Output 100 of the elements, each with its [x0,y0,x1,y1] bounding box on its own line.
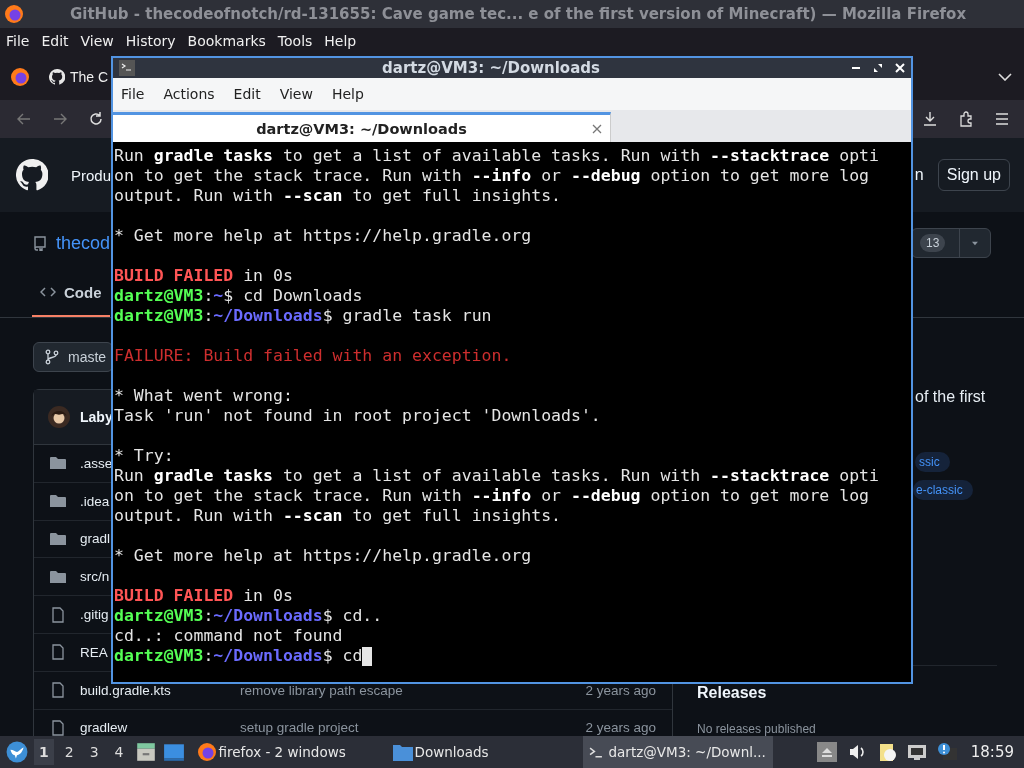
terminal-line: * Get more help at https://help.gradle.org [114,226,532,246]
window-icon[interactable] [162,741,185,763]
eject-icon[interactable] [816,742,837,762]
terminal-line: * What went wrong: [114,386,293,406]
workspace-button[interactable]: 3 [84,739,104,765]
workspace-button[interactable]: 4 [109,739,129,765]
count-badge: 13 [920,234,946,252]
commit-message-link[interactable]: setup gradle project [240,720,359,736]
maximize-icon[interactable] [873,63,883,73]
terminal-line: cd..: command not found [114,626,343,646]
file-icon [50,719,66,736]
browser-tab[interactable]: The C [49,54,109,100]
terminal-line: output. Run with --scan to get full insights. [114,506,562,526]
folder-icon [50,531,66,547]
about-text: of the first [915,388,987,406]
terminal-line: Run gradle tasks to get a list of available tasks. Run with --stacktrace opti [114,466,879,486]
nav-link[interactable]: Produ [71,166,112,184]
star-button[interactable]: 13 [911,228,991,258]
menu-item[interactable]: History [125,33,176,49]
commit-author[interactable]: Laby [80,409,113,425]
terminal-line: dartz@VM3:~/Downloads$ cd [114,646,363,666]
avatar [48,406,70,428]
menu-item[interactable]: Tools [277,33,313,49]
taskbar-button[interactable]: dartz@VM3: ~/Downl... [582,736,773,768]
puzzle-icon[interactable] [958,111,974,127]
terminal-icon [588,746,603,758]
menu-item[interactable]: Help [331,86,364,102]
github-icon [49,69,65,85]
workspace-button[interactable]: 1 [34,739,54,765]
folder-icon [50,455,66,472]
menu-item[interactable]: Edit [41,33,69,49]
taskbar-button[interactable]: Downloads [386,736,577,768]
sign-up-button[interactable]: Sign up [937,159,1010,191]
taskbar-button[interactable]: firefox - 2 windows [190,736,381,768]
file-icon [50,682,66,699]
terminal-line: dartz@VM3:~$ cd Downloads [114,286,363,306]
forward-icon[interactable] [52,111,68,127]
terminal-line: BUILD FAILED in 0s [114,586,293,606]
file-name-link[interactable]: build.gradle.kts [80,682,240,698]
firefox-icon [10,67,30,87]
branch-button[interactable]: maste [33,342,113,372]
file-name-link[interactable]: REA [80,644,108,660]
terminal-line: dartz@VM3:~/Downloads$ cd.. [114,606,383,626]
terminal-line: Run gradle tasks to get a list of available tasks. Run with --stacktrace opti [114,146,879,166]
firefox-icon [4,4,24,24]
commit-date: 2 years ago [585,720,656,736]
file-name-link[interactable]: gradl [80,531,111,547]
terminal-tab[interactable]: dartz@VM3: ~/Downloads [113,112,611,142]
window-title: dartz@VM3: ~/Downloads [381,59,601,77]
firefox-icon [196,742,217,762]
releases-note: No releases published [697,722,817,736]
caret-icon[interactable] [972,240,978,246]
menu-icon[interactable] [994,111,1010,127]
back-icon[interactable] [16,111,32,127]
file-name-link[interactable]: src/n [80,569,110,585]
terminal-line: * Try: [114,446,174,466]
folder-icon [50,493,66,510]
notification-icon[interactable] [936,742,957,762]
code-tab[interactable]: Code [32,269,110,317]
file-icon [50,644,66,661]
menu-item[interactable]: Help [324,33,357,49]
menu-item[interactable]: Edit [233,86,261,102]
releases-heading[interactable]: Releases [697,684,997,702]
workspace-button[interactable]: 2 [59,739,79,765]
file-name-link[interactable]: .asse [80,455,113,471]
menu-item[interactable]: View [80,33,114,49]
menu-item[interactable]: File [121,86,145,102]
window-title: GitHub - thecodeofnotch/rd-131655: Cave game tec... e of the first version of Minecraft) — Mozilla Firefox [70,5,967,23]
menu-item[interactable]: Actions [163,86,215,102]
terminal-line: dartz@VM3:~/Downloads$ gradle task run [114,306,492,326]
menu-item[interactable]: Bookmarks [187,33,266,49]
menu-item[interactable]: File [6,33,30,49]
branch-icon [44,349,60,365]
commit-date: 2 years ago [585,682,656,698]
start-menu-icon[interactable] [6,741,28,763]
chevron-down-icon[interactable] [998,73,1012,81]
network-icon[interactable] [906,742,927,762]
reload-icon[interactable] [88,111,104,127]
terminal-line: * Get more help at https://help.gradle.org [114,546,532,566]
clock[interactable]: 18:59 [970,743,1014,761]
menu-item[interactable]: View [279,86,313,102]
file-cabinet-icon[interactable] [134,741,157,763]
code-icon [40,286,56,298]
file-icon [50,606,66,623]
file-name-link[interactable]: gradlew [80,720,240,736]
folder-icon [50,568,66,585]
file-name-link[interactable]: .idea [80,493,110,509]
commit-message-link[interactable]: remove library path escape [240,682,403,698]
repo-name-link[interactable]: thecod [56,232,111,254]
repo-icon [32,235,48,251]
terminal-line: BUILD FAILED in 0s [114,266,293,286]
topic-tag[interactable]: e-classic [913,480,973,500]
folder-icon [392,742,413,762]
file-name-link[interactable]: .gitig [80,607,109,623]
terminal-line: Task 'run' not found in root project 'Downloads'. [114,406,601,426]
github-logo[interactable] [16,159,48,191]
download-icon[interactable] [922,111,938,127]
topic-tag[interactable]: ssic [915,452,950,472]
terminal-line: on to get the stack trace. Run with --info or --debug option to get more log [114,166,869,186]
sign-in-link[interactable]: n [914,166,924,184]
